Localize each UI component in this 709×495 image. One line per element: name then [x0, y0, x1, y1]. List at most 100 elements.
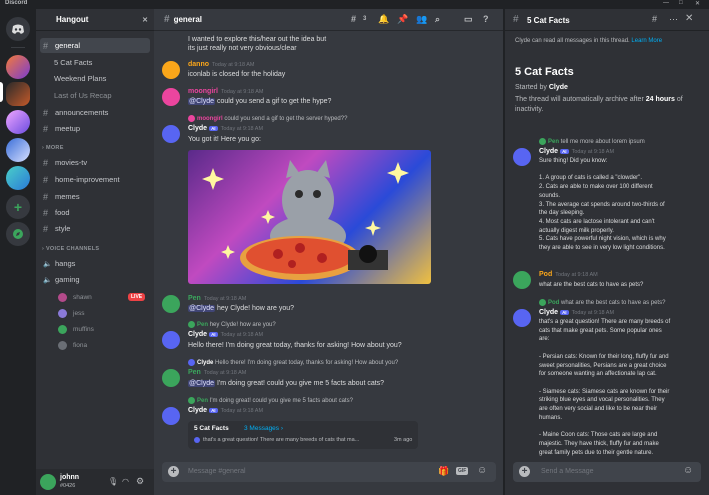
threads-icon[interactable]: #	[652, 14, 657, 24]
close-thread-icon[interactable]: ✕	[685, 13, 693, 24]
username[interactable]: Clyde	[188, 331, 207, 338]
search-icon[interactable]: ⌕	[435, 14, 440, 25]
voice-user-jess[interactable]: jess	[58, 307, 85, 319]
gift-icon[interactable]: 🎁	[438, 466, 449, 477]
add-attachment-icon[interactable]: +	[519, 466, 530, 477]
message-input[interactable]: Message #general	[188, 468, 246, 475]
clyde-avatar[interactable]	[162, 331, 180, 349]
thread-message-input[interactable]: Send a Message	[541, 468, 594, 475]
thread-composer[interactable]: + Send a Message ☺	[513, 462, 701, 482]
reply-preview[interactable]: Pen hey Clyde! how are you?	[188, 321, 276, 328]
category-more[interactable]: › MORE	[42, 145, 64, 151]
username[interactable]: danno	[188, 61, 209, 68]
add-attachment-icon[interactable]: +	[168, 466, 179, 477]
server-icon-3[interactable]	[6, 110, 30, 134]
avatar	[194, 437, 200, 443]
reply-preview[interactable]: moongirl could you send a gif to get the…	[188, 115, 347, 122]
gear-icon[interactable]: ⚙	[136, 476, 144, 487]
username[interactable]: moongirl	[188, 88, 218, 95]
channel-style[interactable]: # style	[40, 221, 150, 236]
thread-message-count[interactable]: 3 Messages ›	[244, 425, 283, 432]
clyde-avatar[interactable]	[513, 309, 531, 327]
threads-icon[interactable]: #	[351, 14, 356, 24]
pin-icon[interactable]: 📌	[397, 14, 408, 25]
help-icon[interactable]: ?	[483, 14, 489, 24]
discord-home-icon[interactable]	[6, 17, 30, 41]
server-header[interactable]: Hangout ✕	[36, 9, 154, 31]
server-icon-4[interactable]	[6, 138, 30, 162]
members-icon[interactable]: 👥	[416, 14, 427, 25]
avatar[interactable]	[162, 295, 180, 313]
message-text: iconlab is closed for the holiday	[188, 71, 286, 78]
username[interactable]: Pen	[188, 369, 201, 376]
maximize-icon[interactable]: □	[679, 0, 683, 6]
starter-name[interactable]: Clyde	[549, 84, 568, 91]
channel-home-improvement[interactable]: # home-improvement	[40, 172, 150, 187]
channel-memes[interactable]: # memes	[40, 189, 150, 204]
clyde-avatar[interactable]	[162, 407, 180, 425]
minimize-icon[interactable]: —	[663, 0, 669, 6]
username[interactable]: Clyde	[539, 309, 558, 316]
message-header: Pen Today at 9:18 AM	[188, 369, 246, 376]
thread-weekend-plans[interactable]: Weekend Plans	[40, 71, 150, 86]
channel-meetup[interactable]: # meetup	[40, 121, 150, 136]
learn-more-link[interactable]: Learn More	[631, 38, 662, 44]
mention[interactable]: @Clyde	[188, 380, 216, 387]
message-composer[interactable]: + Message #general 🎁 GIF ☺	[162, 462, 496, 482]
reply-username: Pen	[548, 139, 560, 146]
voice-channel-hangs[interactable]: 🔈 hangs	[40, 256, 150, 271]
ai-badge: AI	[560, 149, 569, 154]
timestamp: Today at 9:18 AM	[571, 149, 615, 155]
voice-user-fiona[interactable]: fiona	[58, 339, 87, 351]
message-body: could you send a gif to get the hype?	[216, 98, 332, 105]
username[interactable]: Clyde	[188, 125, 207, 132]
mention[interactable]: @Clyde	[188, 305, 216, 312]
voice-channel-gaming[interactable]: 🔈 gaming	[40, 272, 150, 287]
username[interactable]: Clyde	[539, 148, 558, 155]
emoji-icon[interactable]: ☺	[477, 465, 487, 476]
add-server-icon[interactable]: +	[6, 195, 30, 219]
server-icon-1[interactable]	[6, 55, 30, 79]
reply-preview[interactable]: Pen I'm doing great! could you give me 5…	[188, 397, 353, 404]
username[interactable]: Pod	[539, 271, 552, 278]
clyde-avatar[interactable]	[162, 125, 180, 143]
thread-last-of-us-recap[interactable]: Last of Us Recap	[40, 88, 150, 103]
channel-announcements[interactable]: # announcements	[40, 105, 150, 120]
server-icon-5[interactable]	[6, 166, 30, 190]
channel-food[interactable]: # food	[40, 205, 150, 220]
server-icon-hangout[interactable]	[6, 82, 30, 106]
clyde-avatar[interactable]	[513, 148, 531, 166]
mention[interactable]: @Clyde	[188, 98, 216, 105]
headphones-icon[interactable]: ◠	[122, 477, 129, 486]
inbox-icon[interactable]: ▭	[464, 14, 473, 25]
reply-preview[interactable]: Clyde Hello there! I'm doing great today…	[188, 359, 398, 366]
username[interactable]: Clyde	[188, 407, 207, 414]
microphone-icon[interactable]: 🎙	[108, 477, 118, 486]
avatar[interactable]	[162, 369, 180, 387]
channel-general[interactable]: # general	[40, 38, 150, 53]
cat-dj-gif[interactable]	[188, 150, 431, 284]
reply-username: Pod	[548, 300, 560, 307]
avatar	[188, 115, 195, 122]
close-window-icon[interactable]: ✕	[695, 0, 700, 7]
category-voice-channels[interactable]: › VOICE CHANNELS	[42, 246, 99, 252]
avatar[interactable]	[513, 271, 531, 289]
message-line: they are able to see in very low light c…	[539, 245, 665, 251]
avatar[interactable]	[162, 88, 180, 106]
reply-preview[interactable]: Pod what are the best cats to have as pe…	[539, 299, 665, 306]
user-avatar[interactable]	[40, 474, 56, 490]
gif-icon[interactable]: GIF	[456, 467, 469, 475]
voice-user-shawn[interactable]: shawn	[58, 291, 92, 303]
explore-servers-icon[interactable]	[6, 222, 30, 246]
more-options-icon[interactable]: ⋯	[669, 14, 678, 25]
voice-user-muffins[interactable]: muffins	[58, 323, 94, 335]
emoji-icon[interactable]: ☺	[683, 465, 693, 476]
thread-5-cat-facts[interactable]: 5 Cat Facts	[40, 55, 150, 70]
avatar[interactable]	[162, 61, 180, 79]
username[interactable]: Pen	[188, 295, 201, 302]
reply-preview[interactable]: Pen tell me more about lorem ipsum	[539, 138, 645, 145]
hash-icon: #	[43, 40, 49, 51]
channel-movies-tv[interactable]: # movies-tv	[40, 155, 150, 170]
bell-icon[interactable]: 🔔	[378, 14, 389, 25]
thread-preview-card[interactable]: 5 Cat Facts 3 Messages › that's a great …	[188, 421, 418, 449]
